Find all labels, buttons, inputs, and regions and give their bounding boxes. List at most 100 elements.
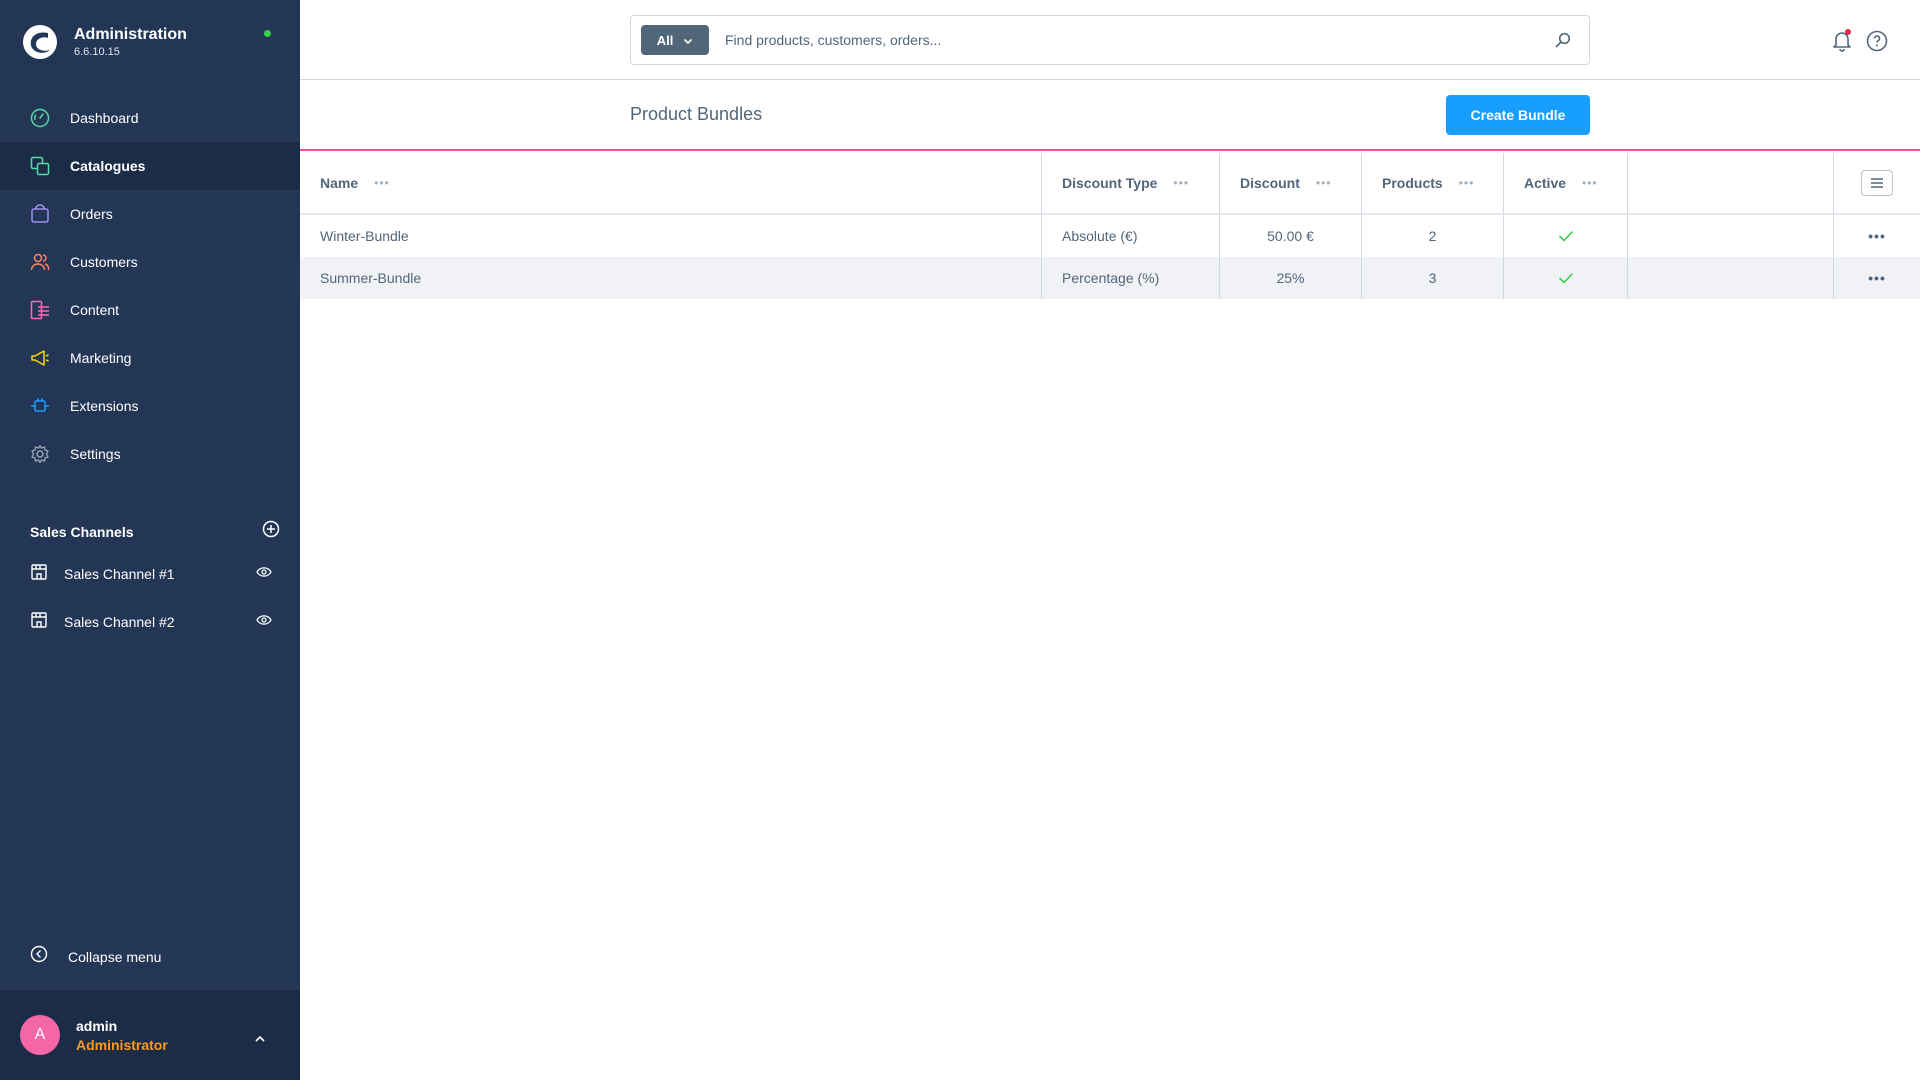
column-label: Products — [1382, 175, 1443, 191]
sales-channels-header: Sales Channels — [30, 520, 280, 543]
cell-spacer — [1628, 257, 1834, 299]
search-type-label: All — [656, 32, 674, 48]
main-navigation: Dashboard Catalogues Orders Customers Co… — [0, 94, 300, 478]
column-menu-icon[interactable]: ••• — [1316, 176, 1332, 190]
collapse-menu-button[interactable]: Collapse menu — [30, 945, 161, 968]
sidebar: Administration 6.6.10.15 Dashboard Catal… — [0, 0, 300, 1080]
column-header-settings — [1834, 153, 1920, 213]
help-icon[interactable] — [1866, 30, 1888, 57]
nav-label: Extensions — [70, 398, 139, 414]
cell-active — [1504, 215, 1628, 257]
column-menu-icon[interactable]: ••• — [1173, 176, 1189, 190]
list-icon — [1871, 178, 1883, 188]
nav-item-marketing[interactable]: Marketing — [0, 334, 300, 382]
storefront-icon — [30, 563, 48, 586]
nav-item-orders[interactable]: Orders — [0, 190, 300, 238]
topbar: All — [300, 0, 1920, 80]
nav-item-dashboard[interactable]: Dashboard — [0, 94, 300, 142]
avatar: A — [20, 1015, 60, 1055]
catalogues-icon — [28, 154, 52, 178]
cell-name[interactable]: Summer-Bundle — [300, 257, 1042, 299]
shopware-logo-icon — [23, 25, 57, 59]
cell-spacer — [1628, 215, 1834, 257]
app-title: Administration — [74, 26, 187, 43]
nav-label: Dashboard — [70, 110, 139, 126]
page-title: Product Bundles — [630, 104, 763, 124]
user-menu[interactable]: A admin Administrator — [0, 990, 300, 1080]
app-version: 6.6.10.15 — [74, 46, 120, 58]
column-header-products[interactable]: Products ••• — [1362, 153, 1504, 213]
search-type-dropdown[interactable]: All — [641, 25, 709, 55]
checkmark-icon — [1558, 230, 1573, 242]
cell-discount-type: Absolute (€) — [1042, 215, 1220, 257]
notification-bell-icon[interactable] — [1830, 28, 1854, 57]
cell-products: 2 — [1362, 215, 1504, 257]
column-header-discount[interactable]: Discount ••• — [1220, 153, 1362, 213]
sales-channel-item[interactable]: Sales Channel #2 — [0, 598, 300, 646]
nav-label: Settings — [70, 446, 121, 462]
customers-icon — [28, 250, 52, 274]
nav-label: Content — [70, 302, 120, 318]
more-actions-icon[interactable]: ••• — [1868, 228, 1886, 244]
extensions-icon — [28, 394, 52, 418]
sales-channel-item[interactable]: Sales Channel #1 — [0, 550, 300, 598]
settings-icon — [28, 442, 52, 466]
column-header-name[interactable]: Name ••• — [300, 153, 1042, 213]
column-label: Name — [320, 175, 359, 191]
bundles-grid: Name ••• Discount Type ••• Discount ••• Pro… — [300, 153, 1920, 299]
column-label: Discount Type — [1062, 175, 1158, 191]
search-input[interactable] — [725, 32, 1553, 48]
column-menu-icon[interactable]: ••• — [1582, 176, 1598, 190]
nav-item-catalogues[interactable]: Catalogues — [0, 142, 300, 190]
search-icon[interactable] — [1553, 30, 1573, 50]
cell-row-actions[interactable]: ••• — [1834, 257, 1920, 299]
sales-channel-label: Sales Channel #2 — [64, 614, 175, 630]
sales-channels-title: Sales Channels — [30, 523, 134, 540]
add-sales-channel-icon[interactable] — [262, 520, 280, 543]
cell-discount: 50.00 € — [1220, 215, 1362, 257]
nav-label: Orders — [70, 206, 113, 222]
user-name: admin — [76, 1017, 118, 1034]
global-search: All — [630, 15, 1590, 65]
sales-channels-list: Sales Channel #1 Sales Channel #2 — [0, 550, 300, 646]
column-label: Active — [1524, 175, 1567, 191]
status-indicator — [264, 30, 271, 37]
grid-header: Name ••• Discount Type ••• Discount ••• Pro… — [300, 153, 1920, 215]
column-label: Discount — [1240, 175, 1300, 191]
create-bundle-button[interactable]: Create Bundle — [1446, 95, 1590, 135]
nav-label: Customers — [70, 254, 138, 270]
cell-active — [1504, 257, 1628, 299]
nav-item-settings[interactable]: Settings — [0, 430, 300, 478]
table-row[interactable]: Winter-Bundle Absolute (€) 50.00 € 2 ••• — [300, 215, 1920, 257]
nav-item-content[interactable]: Content — [0, 286, 300, 334]
nav-item-customers[interactable]: Customers — [0, 238, 300, 286]
cell-name[interactable]: Winter-Bundle — [300, 215, 1042, 257]
cell-discount: 25% — [1220, 257, 1362, 299]
column-menu-icon[interactable]: ••• — [1459, 176, 1475, 190]
user-role: Administrator — [76, 1036, 168, 1053]
cell-discount-type: Percentage (%) — [1042, 257, 1220, 299]
column-header-discount-type[interactable]: Discount Type ••• — [1042, 153, 1220, 213]
dashboard-icon — [28, 106, 52, 130]
more-actions-icon[interactable]: ••• — [1868, 270, 1886, 286]
eye-icon[interactable] — [256, 565, 272, 583]
orders-icon — [28, 202, 52, 226]
eye-icon[interactable] — [256, 613, 272, 631]
nav-label: Catalogues — [70, 158, 146, 174]
column-menu-icon[interactable]: ••• — [374, 176, 390, 190]
column-header-spacer — [1628, 153, 1834, 213]
cell-products: 3 — [1362, 257, 1504, 299]
brand[interactable]: Administration 6.6.10.15 — [22, 22, 187, 62]
nav-label: Marketing — [70, 350, 132, 366]
checkmark-icon — [1558, 272, 1573, 284]
storefront-icon — [30, 611, 48, 634]
chevron-up-icon[interactable] — [254, 1030, 266, 1048]
chevron-left-circle-icon — [30, 945, 48, 968]
sales-channel-label: Sales Channel #1 — [64, 566, 175, 582]
content-icon — [28, 298, 52, 322]
column-header-active[interactable]: Active ••• — [1504, 153, 1628, 213]
cell-row-actions[interactable]: ••• — [1834, 215, 1920, 257]
table-row[interactable]: Summer-Bundle Percentage (%) 25% 3 ••• — [300, 257, 1920, 299]
grid-settings-button[interactable] — [1861, 170, 1893, 196]
nav-item-extensions[interactable]: Extensions — [0, 382, 300, 430]
